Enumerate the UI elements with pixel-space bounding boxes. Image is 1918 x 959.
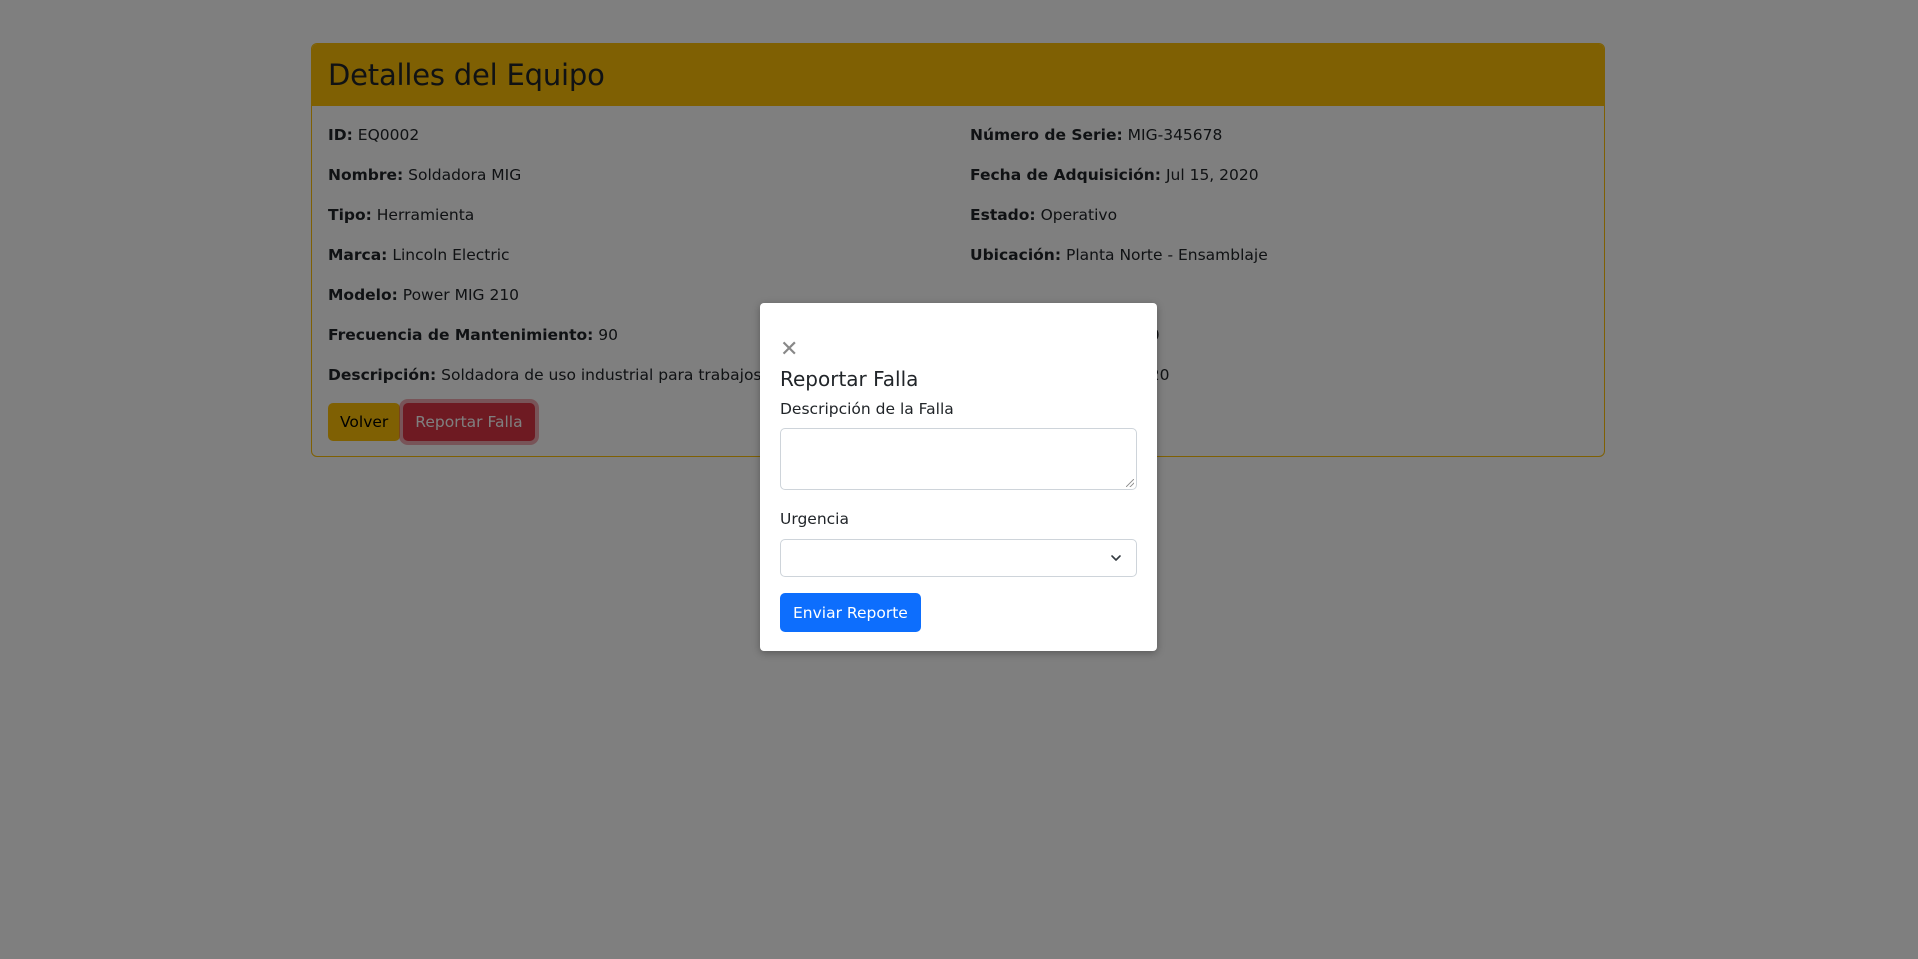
- report-fault-modal: ✕ Reportar Falla Descripción de la Falla…: [760, 303, 1157, 651]
- close-icon[interactable]: ✕: [780, 339, 800, 361]
- urgency-select[interactable]: [780, 539, 1137, 577]
- description-label: Descripción de la Falla: [780, 400, 954, 418]
- modal-title: Reportar Falla: [780, 367, 919, 391]
- fault-description-textarea[interactable]: [780, 428, 1137, 490]
- resize-grip-icon[interactable]: [1126, 479, 1134, 487]
- urgency-label: Urgencia: [780, 510, 849, 528]
- chevron-down-icon: [1111, 555, 1121, 561]
- submit-report-button[interactable]: Enviar Reporte: [780, 593, 921, 632]
